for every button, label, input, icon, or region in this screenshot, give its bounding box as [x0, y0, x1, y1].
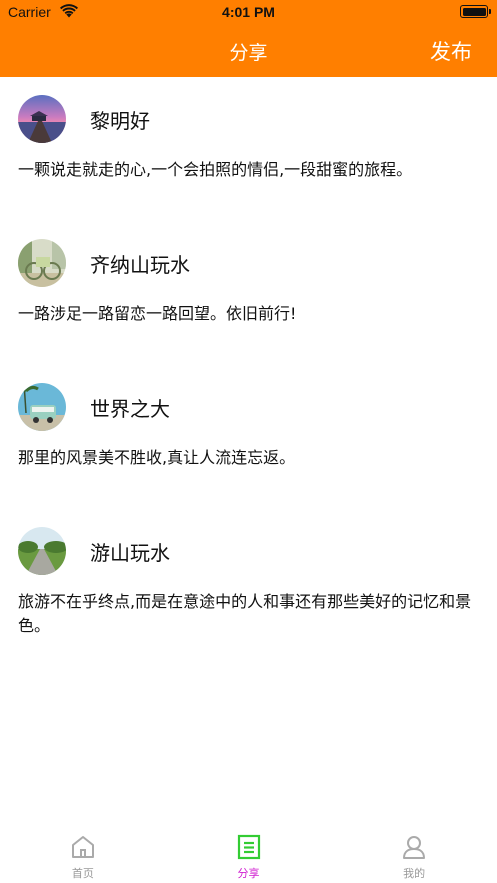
post-username[interactable]: 黎明好 — [90, 105, 150, 134]
share-doc-icon — [237, 834, 260, 860]
tab-mine[interactable]: 我的 — [331, 826, 497, 883]
pier-sunset-avatar[interactable] — [18, 95, 66, 143]
status-bar: Carrier 4:01 PM — [0, 0, 497, 26]
publish-button[interactable]: 发布 — [430, 36, 472, 66]
tab-bar: 首页 分享 我的 — [0, 826, 497, 883]
van-palm-avatar[interactable] — [18, 383, 66, 431]
tab-label: 分享 — [237, 867, 260, 880]
post-text: 那里的风景美不胜收,真让人流连忘返。 — [18, 448, 296, 467]
post-username[interactable]: 齐纳山玩水 — [90, 249, 190, 278]
tab-label: 我的 — [403, 867, 426, 880]
tab-label: 首页 — [71, 867, 94, 880]
page-title: 分享 — [229, 42, 268, 64]
post-header: 世界之大 — [18, 382, 170, 432]
person-icon — [403, 836, 426, 859]
post-header: 黎明好 — [18, 94, 150, 144]
post-text: 一颗说走就走的心,一个会拍照的情侣,一段甜蜜的旅程。 — [18, 160, 413, 179]
post-username[interactable]: 游山玩水 — [90, 537, 170, 566]
post-text: 旅游不在乎终点,而是在意途中的人和事还有那些美好的记忆和景色。 — [18, 592, 472, 635]
navigation-header: Carrier 4:01 PM 分享 发布 — [0, 0, 497, 77]
bicycle-avatar[interactable] — [18, 239, 66, 287]
status-time: 4:01 PM — [222, 4, 275, 20]
post-username[interactable]: 世界之大 — [90, 393, 170, 422]
tab-home[interactable]: 首页 — [0, 826, 166, 883]
home-icon — [71, 836, 94, 858]
post-header: 游山玩水 — [18, 526, 170, 576]
country-road-avatar[interactable] — [18, 527, 66, 575]
battery-icon — [460, 5, 491, 18]
post-text: 一路涉足一路留恋一路回望。依旧前行! — [18, 304, 297, 323]
tab-share[interactable]: 分享 — [166, 826, 332, 883]
post-header: 齐纳山玩水 — [18, 238, 190, 288]
